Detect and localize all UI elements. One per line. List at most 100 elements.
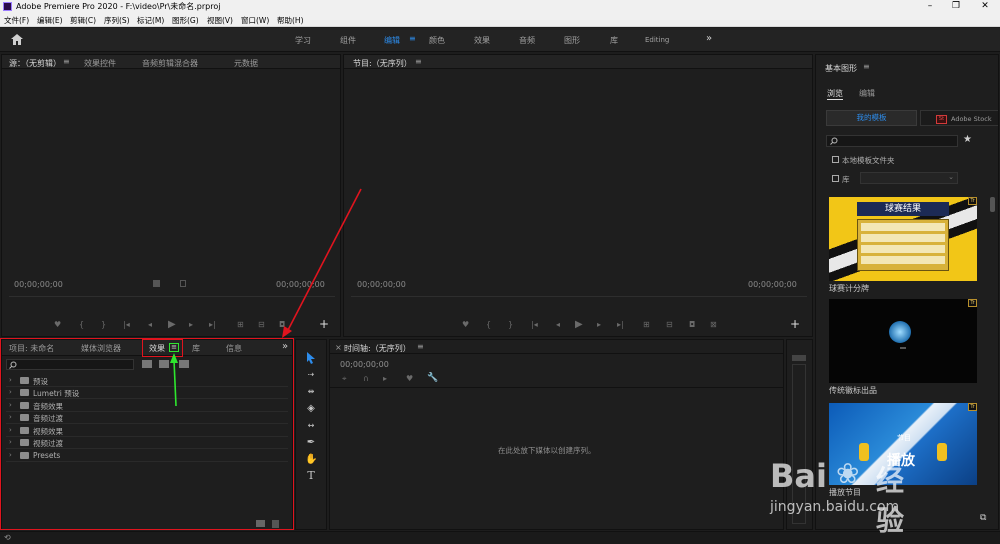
list-item[interactable]: › 预设 <box>6 375 288 387</box>
tab-info[interactable]: 信息 <box>226 343 242 354</box>
tab-effects[interactable]: 效果 <box>149 343 165 354</box>
my-templates-button[interactable]: 我的模板 <box>826 110 917 126</box>
tab-effect-controls[interactable]: 效果控件 <box>84 58 116 69</box>
workspace-graphics[interactable]: 图形 <box>564 35 580 46</box>
template-card[interactable]: Tr 传统徽标出品 <box>829 299 977 395</box>
program-compare-icon[interactable]: ⊠ <box>710 320 717 329</box>
menu-edit[interactable]: 编辑(E) <box>37 15 63 26</box>
32bit-effects-icon[interactable] <box>159 360 169 368</box>
source-settings-icon[interactable] <box>180 280 186 287</box>
expand-arrow-icon[interactable]: › <box>9 401 12 409</box>
timeline-close-icon[interactable]: × <box>335 343 342 352</box>
source-step-back-icon[interactable]: ◂ <box>148 320 152 329</box>
adobe-stock-button[interactable]: St Adobe Stock <box>920 110 998 126</box>
workspace-editing-en[interactable]: Editing <box>645 36 669 44</box>
ripple-edit-tool-icon[interactable]: ⇹ <box>305 386 317 398</box>
source-goto-out-icon[interactable]: ▸| <box>209 320 216 329</box>
templates-search-input[interactable] <box>826 135 958 147</box>
status-sync-icon[interactable]: ⟲ <box>4 533 11 542</box>
expand-arrow-icon[interactable]: › <box>9 451 12 459</box>
program-timecode-left[interactable]: 00;00;00;00 <box>357 280 406 289</box>
new-bin-icon[interactable] <box>256 520 265 527</box>
program-scrubber[interactable] <box>351 296 807 297</box>
tab-edit[interactable]: 编辑 <box>859 88 875 99</box>
program-step-forward-icon[interactable]: ▸ <box>597 320 601 329</box>
source-scrubber[interactable] <box>9 296 335 297</box>
workspace-editing[interactable]: 编辑 <box>384 35 400 46</box>
tab-libraries[interactable]: 库 <box>192 343 200 354</box>
list-item[interactable]: › Lumetri 预设 <box>6 387 288 399</box>
trash-icon[interactable] <box>272 520 279 528</box>
tab-source-menu-icon[interactable]: ≡ <box>63 57 70 66</box>
template-card[interactable]: 球赛结果 Tr 球赛计分牌 <box>829 197 977 293</box>
expand-arrow-icon[interactable]: › <box>9 438 12 446</box>
essential-graphics-menu-icon[interactable]: ≡ <box>863 62 870 71</box>
library-select[interactable]: ⌄ <box>860 172 958 184</box>
workspace-menu-icon[interactable]: ≡ <box>409 34 416 43</box>
program-step-back-icon[interactable]: ◂ <box>556 320 560 329</box>
program-export-frame-icon[interactable]: ◘ <box>689 320 695 329</box>
workspace-color[interactable]: 颜色 <box>429 35 445 46</box>
tab-audio-clip-mixer[interactable]: 音频剪辑混合器 <box>142 58 198 69</box>
workspace-effects[interactable]: 效果 <box>474 35 490 46</box>
program-add-button-icon[interactable]: + <box>790 317 800 331</box>
source-play-icon[interactable]: ▶ <box>168 319 176 330</box>
source-add-button-icon[interactable]: + <box>319 317 329 331</box>
snap-icon[interactable]: ⌖ <box>342 374 347 384</box>
program-mark-out-icon[interactable]: } <box>508 320 513 329</box>
source-timecode-left[interactable]: 00;00;00;00 <box>14 280 63 289</box>
timeline-marker-icon[interactable]: ♥ <box>406 374 413 383</box>
track-select-tool-icon[interactable]: ⇢ <box>305 369 317 381</box>
slip-tool-icon[interactable]: ↔ <box>305 420 317 432</box>
workspace-libraries[interactable]: 库 <box>610 35 618 46</box>
home-icon[interactable] <box>11 34 23 45</box>
tab-program-menu-icon[interactable]: ≡ <box>415 57 422 66</box>
wrench-icon[interactable]: 🔧 <box>427 373 438 383</box>
add-marker-icon[interactable]: ▸ <box>383 374 387 383</box>
workspace-audio[interactable]: 音频 <box>519 35 535 46</box>
accelerated-effects-icon[interactable] <box>142 360 152 368</box>
program-play-icon[interactable]: ▶ <box>575 319 583 330</box>
timeline-timecode[interactable]: 00;00;00;00 <box>340 360 389 369</box>
list-item[interactable]: › 视频效果 <box>6 425 288 437</box>
program-marker-icon[interactable]: ♥ <box>462 320 469 329</box>
new-item-icon[interactable]: ⧉ <box>980 513 986 523</box>
program-mark-in-icon[interactable]: { <box>486 320 491 329</box>
template-card[interactable]: 播放 节目 Tr 播放节目 <box>829 403 977 497</box>
expand-arrow-icon[interactable]: › <box>9 388 12 396</box>
source-mark-in-icon[interactable]: { <box>79 320 84 329</box>
hand-tool-icon[interactable]: ✋ <box>305 454 317 466</box>
list-item[interactable]: › 音频过渡 <box>6 412 288 424</box>
workspace-overflow-icon[interactable]: » <box>706 33 712 44</box>
tab-media-browser[interactable]: 媒体浏览器 <box>81 343 121 354</box>
source-export-frame-icon[interactable]: ◘ <box>279 320 285 329</box>
expand-arrow-icon[interactable]: › <box>9 426 12 434</box>
list-item[interactable]: › 音频效果 <box>6 400 288 412</box>
tab-timeline[interactable]: 时间轴:（无序列） <box>344 343 411 354</box>
program-goto-in-icon[interactable]: |◂ <box>531 320 538 329</box>
source-zoom-icon[interactable] <box>153 280 160 287</box>
tab-timeline-menu-icon[interactable]: ≡ <box>417 342 424 351</box>
minimize-button[interactable]: – <box>920 0 940 13</box>
expand-arrow-icon[interactable]: › <box>9 413 12 421</box>
source-overwrite-icon[interactable]: ⊟ <box>258 320 265 329</box>
local-folder-checkbox[interactable] <box>832 156 839 163</box>
maximize-button[interactable]: ❐ <box>946 0 966 13</box>
razor-tool-icon[interactable]: ◈ <box>305 403 317 415</box>
yuv-effects-icon[interactable] <box>179 360 189 368</box>
pen-tool-icon[interactable]: ✒ <box>305 437 317 449</box>
tab-browse[interactable]: 浏览 <box>827 88 843 100</box>
workspace-assembly[interactable]: 组件 <box>340 35 356 46</box>
linked-selection-icon[interactable]: ∩ <box>363 374 369 383</box>
source-mark-out-icon[interactable]: } <box>101 320 106 329</box>
workspace-learn[interactable]: 学习 <box>295 35 311 46</box>
menu-help[interactable]: 帮助(H) <box>277 15 304 26</box>
effects-search-input[interactable] <box>6 359 134 370</box>
panel-overflow-icon[interactable]: » <box>282 341 288 352</box>
tab-program[interactable]: 节目:（无序列） <box>353 58 412 69</box>
list-item[interactable]: › 视频过渡 <box>6 437 288 449</box>
source-step-forward-icon[interactable]: ▸ <box>189 320 193 329</box>
menu-view[interactable]: 视图(V) <box>207 15 233 26</box>
tab-effects-menu-icon[interactable]: ≡ <box>169 343 179 352</box>
tab-metadata[interactable]: 元数据 <box>234 58 258 69</box>
